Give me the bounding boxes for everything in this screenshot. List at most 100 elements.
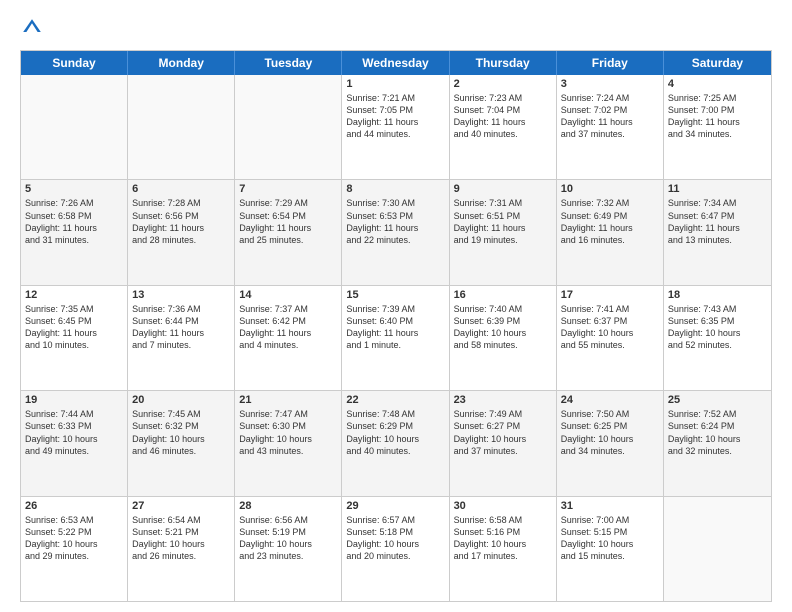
day-number: 5	[25, 183, 123, 195]
day-info: Sunrise: 6:53 AM Sunset: 5:22 PM Dayligh…	[25, 514, 123, 563]
day-number: 7	[239, 183, 337, 195]
calendar-body: 1 Sunrise: 7:21 AM Sunset: 7:05 PM Daylig…	[21, 75, 771, 601]
day-info: Sunrise: 7:47 AM Sunset: 6:30 PM Dayligh…	[239, 408, 337, 457]
day-cell-22: 22Sunrise: 7:48 AM Sunset: 6:29 PM Dayli…	[342, 391, 449, 495]
day-number: 13	[132, 289, 230, 301]
day-cell-7: 7 Sunrise: 7:29 AM Sunset: 6:54 PM Daylig…	[235, 180, 342, 284]
day-cell-13: 13Sunrise: 7:36 AM Sunset: 6:44 PM Dayli…	[128, 286, 235, 390]
day-cell-29: 29 Sunrise: 6:57 AM Sunset: 5:18 PM Dayli…	[342, 497, 449, 601]
day-number: 27	[132, 500, 230, 512]
day-info: Sunrise: 7:00 AM Sunset: 5:15 PM Dayligh…	[561, 514, 659, 563]
logo	[20, 16, 48, 40]
day-info: Sunrise: 7:24 AM Sunset: 7:02 PM Dayligh…	[561, 92, 659, 141]
day-info: Sunrise: 7:41 AM Sunset: 6:37 PM Dayligh…	[561, 303, 659, 352]
day-info: Sunrise: 7:52 AM Sunset: 6:24 PM Dayligh…	[668, 408, 767, 457]
day-number: 6	[132, 183, 230, 195]
day-cell-2: 2 Sunrise: 7:23 AM Sunset: 7:04 PM Daylig…	[450, 75, 557, 179]
day-info: Sunrise: 7:43 AM Sunset: 6:35 PM Dayligh…	[668, 303, 767, 352]
day-info: Sunrise: 6:57 AM Sunset: 5:18 PM Dayligh…	[346, 514, 444, 563]
day-number: 2	[454, 78, 552, 90]
day-number: 16	[454, 289, 552, 301]
day-info: Sunrise: 7:49 AM Sunset: 6:27 PM Dayligh…	[454, 408, 552, 457]
day-number: 10	[561, 183, 659, 195]
day-number: 25	[668, 394, 767, 406]
day-cell-11: 11 Sunrise: 7:34 AM Sunset: 6:47 PM Dayli…	[664, 180, 771, 284]
day-info: Sunrise: 7:44 AM Sunset: 6:33 PM Dayligh…	[25, 408, 123, 457]
day-info: Sunrise: 7:45 AM Sunset: 6:32 PM Dayligh…	[132, 408, 230, 457]
day-cell-21: 21 Sunrise: 7:47 AM Sunset: 6:30 PM Dayli…	[235, 391, 342, 495]
day-info: Sunrise: 7:28 AM Sunset: 6:56 PM Dayligh…	[132, 197, 230, 246]
header	[20, 16, 772, 40]
day-cell-31: 31 Sunrise: 7:00 AM Sunset: 5:15 PM Dayli…	[557, 497, 664, 601]
day-cell-15: 15 Sunrise: 7:39 AM Sunset: 6:40 PM Dayli…	[342, 286, 449, 390]
page: SundayMondayTuesdayWednesdayThursdayFrid…	[0, 0, 792, 612]
calendar-row-4: 26 Sunrise: 6:53 AM Sunset: 5:22 PM Dayli…	[21, 497, 771, 601]
day-number: 8	[346, 183, 444, 195]
logo-icon	[20, 16, 44, 40]
day-number: 26	[25, 500, 123, 512]
empty-cell	[128, 75, 235, 179]
calendar-header: SundayMondayTuesdayWednesdayThursdayFrid…	[21, 51, 771, 75]
day-info: Sunrise: 7:48 AM Sunset: 6:29 PM Dayligh…	[346, 408, 444, 457]
day-cell-24: 24Sunrise: 7:50 AM Sunset: 6:25 PM Dayli…	[557, 391, 664, 495]
day-info: Sunrise: 7:40 AM Sunset: 6:39 PM Dayligh…	[454, 303, 552, 352]
day-number: 24	[561, 394, 659, 406]
day-number: 29	[346, 500, 444, 512]
day-cell-8: 8 Sunrise: 7:30 AM Sunset: 6:53 PM Daylig…	[342, 180, 449, 284]
day-cell-20: 20 Sunrise: 7:45 AM Sunset: 6:32 PM Dayli…	[128, 391, 235, 495]
empty-cell	[21, 75, 128, 179]
day-cell-25: 25 Sunrise: 7:52 AM Sunset: 6:24 PM Dayli…	[664, 391, 771, 495]
day-header-wednesday: Wednesday	[342, 51, 449, 75]
day-number: 12	[25, 289, 123, 301]
day-cell-14: 14Sunrise: 7:37 AM Sunset: 6:42 PM Dayli…	[235, 286, 342, 390]
day-header-monday: Monday	[128, 51, 235, 75]
day-number: 20	[132, 394, 230, 406]
day-number: 19	[25, 394, 123, 406]
day-cell-18: 18 Sunrise: 7:43 AM Sunset: 6:35 PM Dayli…	[664, 286, 771, 390]
day-number: 15	[346, 289, 444, 301]
day-number: 11	[668, 183, 767, 195]
day-header-friday: Friday	[557, 51, 664, 75]
day-number: 1	[346, 78, 444, 90]
day-cell-30: 30 Sunrise: 6:58 AM Sunset: 5:16 PM Dayli…	[450, 497, 557, 601]
day-info: Sunrise: 7:39 AM Sunset: 6:40 PM Dayligh…	[346, 303, 444, 352]
day-cell-26: 26 Sunrise: 6:53 AM Sunset: 5:22 PM Dayli…	[21, 497, 128, 601]
day-header-thursday: Thursday	[450, 51, 557, 75]
day-info: Sunrise: 6:56 AM Sunset: 5:19 PM Dayligh…	[239, 514, 337, 563]
day-number: 17	[561, 289, 659, 301]
day-info: Sunrise: 7:35 AM Sunset: 6:45 PM Dayligh…	[25, 303, 123, 352]
day-info: Sunrise: 7:30 AM Sunset: 6:53 PM Dayligh…	[346, 197, 444, 246]
day-cell-12: 12 Sunrise: 7:35 AM Sunset: 6:45 PM Dayli…	[21, 286, 128, 390]
day-info: Sunrise: 7:34 AM Sunset: 6:47 PM Dayligh…	[668, 197, 767, 246]
day-info: Sunrise: 7:37 AM Sunset: 6:42 PM Dayligh…	[239, 303, 337, 352]
day-cell-17: 17 Sunrise: 7:41 AM Sunset: 6:37 PM Dayli…	[557, 286, 664, 390]
day-cell-27: 27 Sunrise: 6:54 AM Sunset: 5:21 PM Dayli…	[128, 497, 235, 601]
day-number: 30	[454, 500, 552, 512]
day-header-sunday: Sunday	[21, 51, 128, 75]
calendar-row-1: 5 Sunrise: 7:26 AM Sunset: 6:58 PM Daylig…	[21, 180, 771, 285]
day-info: Sunrise: 7:23 AM Sunset: 7:04 PM Dayligh…	[454, 92, 552, 141]
day-number: 28	[239, 500, 337, 512]
day-info: Sunrise: 7:21 AM Sunset: 7:05 PM Dayligh…	[346, 92, 444, 141]
calendar: SundayMondayTuesdayWednesdayThursdayFrid…	[20, 50, 772, 602]
day-info: Sunrise: 6:58 AM Sunset: 5:16 PM Dayligh…	[454, 514, 552, 563]
day-info: Sunrise: 7:32 AM Sunset: 6:49 PM Dayligh…	[561, 197, 659, 246]
day-cell-4: 4Sunrise: 7:25 AM Sunset: 7:00 PM Daylig…	[664, 75, 771, 179]
day-number: 21	[239, 394, 337, 406]
day-number: 4	[668, 78, 767, 90]
day-info: Sunrise: 6:54 AM Sunset: 5:21 PM Dayligh…	[132, 514, 230, 563]
day-cell-6: 6 Sunrise: 7:28 AM Sunset: 6:56 PM Daylig…	[128, 180, 235, 284]
day-info: Sunrise: 7:26 AM Sunset: 6:58 PM Dayligh…	[25, 197, 123, 246]
empty-cell	[235, 75, 342, 179]
day-cell-10: 10 Sunrise: 7:32 AM Sunset: 6:49 PM Dayli…	[557, 180, 664, 284]
day-cell-28: 28 Sunrise: 6:56 AM Sunset: 5:19 PM Dayli…	[235, 497, 342, 601]
day-cell-3: 3Sunrise: 7:24 AM Sunset: 7:02 PM Daylig…	[557, 75, 664, 179]
day-cell-16: 16 Sunrise: 7:40 AM Sunset: 6:39 PM Dayli…	[450, 286, 557, 390]
day-cell-19: 19 Sunrise: 7:44 AM Sunset: 6:33 PM Dayli…	[21, 391, 128, 495]
day-info: Sunrise: 7:29 AM Sunset: 6:54 PM Dayligh…	[239, 197, 337, 246]
day-number: 31	[561, 500, 659, 512]
day-number: 18	[668, 289, 767, 301]
day-number: 9	[454, 183, 552, 195]
day-cell-23: 23Sunrise: 7:49 AM Sunset: 6:27 PM Dayli…	[450, 391, 557, 495]
day-cell-9: 9Sunrise: 7:31 AM Sunset: 6:51 PM Daylig…	[450, 180, 557, 284]
